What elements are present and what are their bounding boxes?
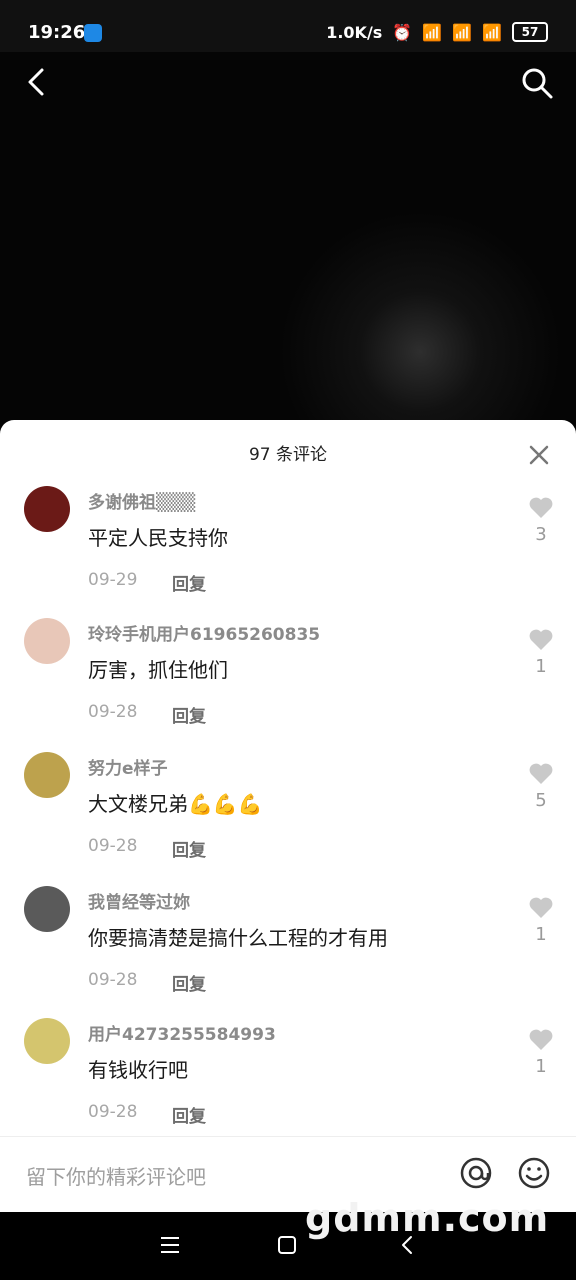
heart-icon[interactable] [528, 762, 554, 786]
wifi-icon: 📶 [482, 22, 502, 42]
battery-icon: 57 [512, 22, 548, 42]
back-arrow-icon[interactable] [22, 66, 50, 98]
comment-input-placeholder[interactable]: 留下你的精彩评论吧 [26, 1161, 206, 1190]
comment-item: 我曾经等过妳 你要搞清楚是搞什么工程的才有用 09-28 回复 1 [0, 886, 576, 1016]
status-time: 19:26 [28, 22, 86, 43]
signal-2-icon: 📶 [452, 22, 473, 42]
comment-date: 09-28 [88, 970, 138, 990]
comment-item: 努力e样子 大文楼兄弟💪💪💪 09-28 回复 5 [0, 752, 576, 882]
status-indicators: 1.0K/s ⏰ 📶 📶 📶 57 [326, 22, 548, 42]
status-bar: 19:26 1.0K/s ⏰ 📶 📶 📶 57 [0, 0, 576, 52]
watermark: gdmm.com [305, 1196, 550, 1240]
like-count: 5 [535, 790, 547, 811]
comment-item: 多谢佛祖▒▒▒ 平定人民支持你 09-29 回复 3 [0, 486, 576, 616]
heart-icon[interactable] [528, 628, 554, 652]
menu-icon[interactable] [158, 1234, 182, 1256]
alarm-icon: ⏰ [392, 22, 413, 42]
comment-username[interactable]: 我曾经等过妳 [88, 888, 190, 913]
like-count: 3 [535, 524, 547, 545]
like-count: 1 [535, 656, 547, 677]
comment-item: 玲玲手机用户61965260835 厉害，抓住他们 09-28 回复 1 [0, 618, 576, 748]
avatar[interactable] [24, 886, 70, 932]
avatar[interactable] [24, 618, 70, 664]
reply-button[interactable]: 回复 [172, 1102, 206, 1127]
heart-icon[interactable] [528, 896, 554, 920]
avatar[interactable] [24, 1018, 70, 1064]
reply-button[interactable]: 回复 [172, 970, 206, 995]
comment-text: 厉害，抓住他们 [88, 658, 228, 682]
comment-date: 09-28 [88, 1102, 138, 1122]
app-notification-icon [84, 24, 102, 42]
avatar[interactable] [24, 486, 70, 532]
emoji-icon[interactable] [516, 1155, 552, 1191]
like-count: 1 [535, 924, 547, 945]
comment-date: 09-28 [88, 836, 138, 856]
avatar[interactable] [24, 752, 70, 798]
at-icon[interactable] [458, 1155, 494, 1191]
video-preview[interactable] [0, 52, 576, 432]
comment-username[interactable]: 用户4273255584993 [88, 1020, 276, 1045]
reply-button[interactable]: 回复 [172, 702, 206, 727]
reply-button[interactable]: 回复 [172, 570, 206, 595]
close-icon[interactable] [528, 444, 550, 466]
home-icon[interactable] [276, 1234, 298, 1256]
heart-icon[interactable] [528, 496, 554, 520]
comment-username[interactable]: 玲玲手机用户61965260835 [88, 620, 320, 645]
comment-text: 平定人民支持你 [88, 526, 228, 550]
search-icon[interactable] [520, 66, 554, 100]
comments-count-title: 97 条评论 [248, 445, 328, 465]
comment-text: 大文楼兄弟💪💪💪 [88, 792, 263, 816]
comment-text: 你要搞清楚是搞什么工程的才有用 [88, 926, 388, 950]
comment-text: 有钱收行吧 [88, 1058, 188, 1082]
comment-username[interactable]: 多谢佛祖▒▒▒ [88, 488, 195, 513]
like-count: 1 [535, 1056, 547, 1077]
comment-date: 09-29 [88, 570, 138, 590]
comment-username[interactable]: 努力e样子 [88, 754, 168, 779]
signal-1-icon: 📶 [422, 22, 443, 42]
network-speed: 1.0K/s [326, 22, 383, 42]
comment-item: 用户4273255584993 有钱收行吧 09-28 回复 1 [0, 1018, 576, 1148]
heart-icon[interactable] [528, 1028, 554, 1052]
comment-date: 09-28 [88, 702, 138, 722]
reply-button[interactable]: 回复 [172, 836, 206, 861]
comments-sheet: 97 条评论 多谢佛祖▒▒▒ 平定人民支持你 09-29 回复 3 玲玲手机用户… [0, 420, 576, 1212]
